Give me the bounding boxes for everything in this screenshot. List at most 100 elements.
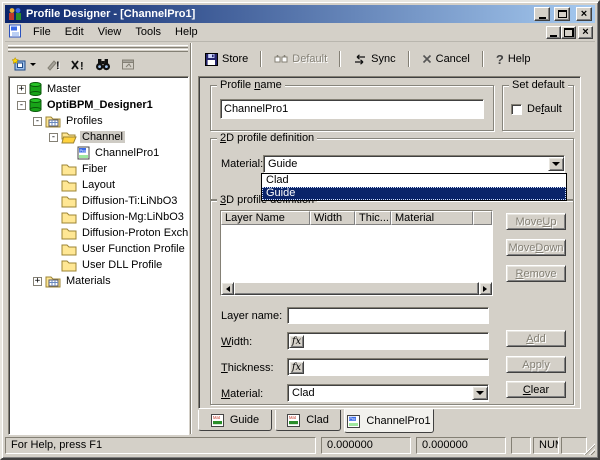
column-header-thickness[interactable]: Thic... bbox=[355, 211, 391, 225]
profile-name-group-label: Profile name bbox=[217, 79, 285, 91]
find-icon[interactable] bbox=[94, 55, 112, 73]
tree-item-diffusion-proton[interactable]: Diffusion-Proton Excha bbox=[9, 225, 188, 241]
tree-item-profiles[interactable]: - Profiles bbox=[9, 113, 188, 129]
tree-item-user-dll-profile[interactable]: User DLL Profile bbox=[9, 257, 188, 273]
tree-item-optibpm-designer1[interactable]: - OptiBPM_Designer1 bbox=[9, 97, 188, 113]
svg-text:Mat: Mat bbox=[213, 415, 221, 420]
new-profile-button[interactable] bbox=[10, 55, 37, 73]
menu-file[interactable]: File bbox=[26, 24, 58, 40]
scrollbar-thumb[interactable] bbox=[234, 282, 479, 295]
scroll-right-button[interactable] bbox=[479, 282, 492, 295]
menu-tools[interactable]: Tools bbox=[128, 24, 168, 40]
profile-name-input[interactable] bbox=[221, 103, 483, 115]
dropdown-option-clad[interactable]: Clad bbox=[262, 174, 566, 187]
mdi-minimize-button[interactable] bbox=[546, 25, 561, 39]
column-header-width[interactable]: Width bbox=[310, 211, 355, 225]
tree-item-label: Diffusion-Proton Excha bbox=[82, 227, 189, 239]
column-header-layer-name[interactable]: Layer Name bbox=[221, 211, 310, 225]
default-button[interactable]: Default bbox=[267, 51, 334, 68]
profile-doc-icon: Pro bbox=[77, 146, 90, 160]
dropdown-option-guide[interactable]: Guide bbox=[262, 187, 566, 200]
close-button[interactable]: × bbox=[576, 7, 592, 21]
collapse-icon[interactable]: - bbox=[17, 100, 26, 110]
material-3d-combobox[interactable]: Clad bbox=[287, 384, 489, 402]
combobox-arrow-button[interactable] bbox=[472, 386, 488, 400]
mdi-restore-button[interactable] bbox=[561, 25, 576, 39]
sync-button[interactable]: Sync bbox=[346, 51, 402, 67]
thickness-label: Thickness: bbox=[221, 362, 274, 374]
collapse-icon[interactable]: - bbox=[49, 132, 58, 142]
apply-button[interactable]: Apply bbox=[506, 356, 566, 373]
menu-bar: File Edit View Tools Help × bbox=[5, 23, 595, 42]
close-icon: × bbox=[582, 26, 589, 38]
svg-text:!: ! bbox=[56, 60, 60, 71]
thickness-input[interactable] bbox=[304, 361, 488, 373]
restore-icon bbox=[563, 27, 574, 37]
svg-text:Pro: Pro bbox=[80, 148, 87, 153]
status-pane-empty bbox=[511, 437, 531, 454]
tree-item-label: Master bbox=[47, 83, 81, 95]
menu-view[interactable]: View bbox=[91, 24, 129, 40]
tree-item-label: Diffusion-Ti:LiNbO3 bbox=[82, 195, 178, 207]
expand-icon[interactable]: + bbox=[33, 276, 42, 286]
material-2d-combobox[interactable]: Guide bbox=[263, 155, 565, 173]
layers-table-body[interactable] bbox=[221, 225, 492, 282]
menu-help[interactable]: Help bbox=[168, 24, 205, 40]
arrow-left-icon bbox=[223, 285, 230, 292]
move-up-button[interactable]: Move Up bbox=[506, 213, 566, 230]
column-header-filler bbox=[473, 211, 492, 225]
tree-item-diffusion-ti[interactable]: Diffusion-Ti:LiNbO3 bbox=[9, 193, 188, 209]
toolbar-gripper[interactable] bbox=[8, 49, 188, 52]
delete-button[interactable]: ! bbox=[69, 55, 86, 73]
tree-item-materials[interactable]: + Materials bbox=[9, 273, 188, 289]
column-header-material[interactable]: Material bbox=[391, 211, 473, 225]
layers-table: Layer Name Width Thic... Material bbox=[220, 210, 493, 296]
maximize-button[interactable] bbox=[554, 7, 570, 21]
combobox-arrow-button[interactable] bbox=[548, 157, 564, 171]
cancel-label: Cancel bbox=[435, 53, 470, 65]
add-button[interactable]: Add bbox=[506, 330, 566, 347]
horizontal-scrollbar[interactable] bbox=[221, 282, 492, 295]
status-coord-y: 0.000000 bbox=[416, 437, 506, 454]
panel-splitter[interactable] bbox=[190, 43, 192, 434]
collapse-icon[interactable]: - bbox=[33, 116, 42, 126]
remove-button[interactable]: Remove bbox=[506, 265, 566, 282]
tab-label: Guide bbox=[229, 414, 260, 426]
tree-item-label: Materials bbox=[66, 275, 111, 287]
properties-button[interactable] bbox=[120, 55, 136, 73]
clear-button[interactable]: Clear bbox=[506, 381, 566, 398]
store-button[interactable]: Store bbox=[198, 51, 255, 68]
document-icon[interactable] bbox=[8, 24, 23, 41]
expand-icon[interactable]: + bbox=[17, 84, 26, 94]
tab-channelpro1[interactable]: Pro ChannelPro1 bbox=[344, 409, 434, 433]
svg-text:Mat: Mat bbox=[289, 415, 297, 420]
toolbar-gripper[interactable] bbox=[8, 45, 188, 48]
tree-item-diffusion-mg[interactable]: Diffusion-Mg:LiNbO3 bbox=[9, 209, 188, 225]
move-down-button[interactable]: Move Down bbox=[506, 239, 566, 256]
width-input[interactable] bbox=[304, 335, 488, 347]
scroll-left-button[interactable] bbox=[221, 282, 234, 295]
folder-icon bbox=[61, 163, 77, 176]
menu-edit[interactable]: Edit bbox=[58, 24, 91, 40]
folder-icon bbox=[61, 179, 77, 192]
tree-item-layout[interactable]: Layout bbox=[9, 177, 188, 193]
tab-clad[interactable]: Mat Clad bbox=[275, 410, 341, 431]
help-button[interactable]: ? Help bbox=[489, 50, 538, 69]
tree-item-master[interactable]: + Master bbox=[9, 81, 188, 97]
mdi-close-button[interactable]: × bbox=[578, 25, 593, 39]
width-fx-button[interactable]: fx bbox=[289, 334, 304, 348]
tree-item-user-function-profile[interactable]: User Function Profile bbox=[9, 241, 188, 257]
tree-item-channel[interactable]: - Channel bbox=[9, 129, 188, 145]
help-icon: ? bbox=[495, 51, 504, 67]
app-icon bbox=[8, 7, 22, 21]
default-checkbox[interactable] bbox=[511, 103, 522, 115]
minimize-button[interactable] bbox=[534, 7, 550, 21]
store-label: Store bbox=[222, 53, 249, 65]
tree-item-fiber[interactable]: Fiber bbox=[9, 161, 188, 177]
layer-name-input[interactable] bbox=[288, 309, 488, 322]
cancel-button[interactable]: Cancel bbox=[415, 51, 477, 67]
tab-guide[interactable]: Mat Guide bbox=[198, 410, 272, 431]
thickness-fx-button[interactable]: fx bbox=[289, 360, 304, 374]
modify-button[interactable]: ! bbox=[45, 55, 61, 73]
tree-item-channelpro1[interactable]: Pro ChannelPro1 bbox=[9, 145, 188, 161]
